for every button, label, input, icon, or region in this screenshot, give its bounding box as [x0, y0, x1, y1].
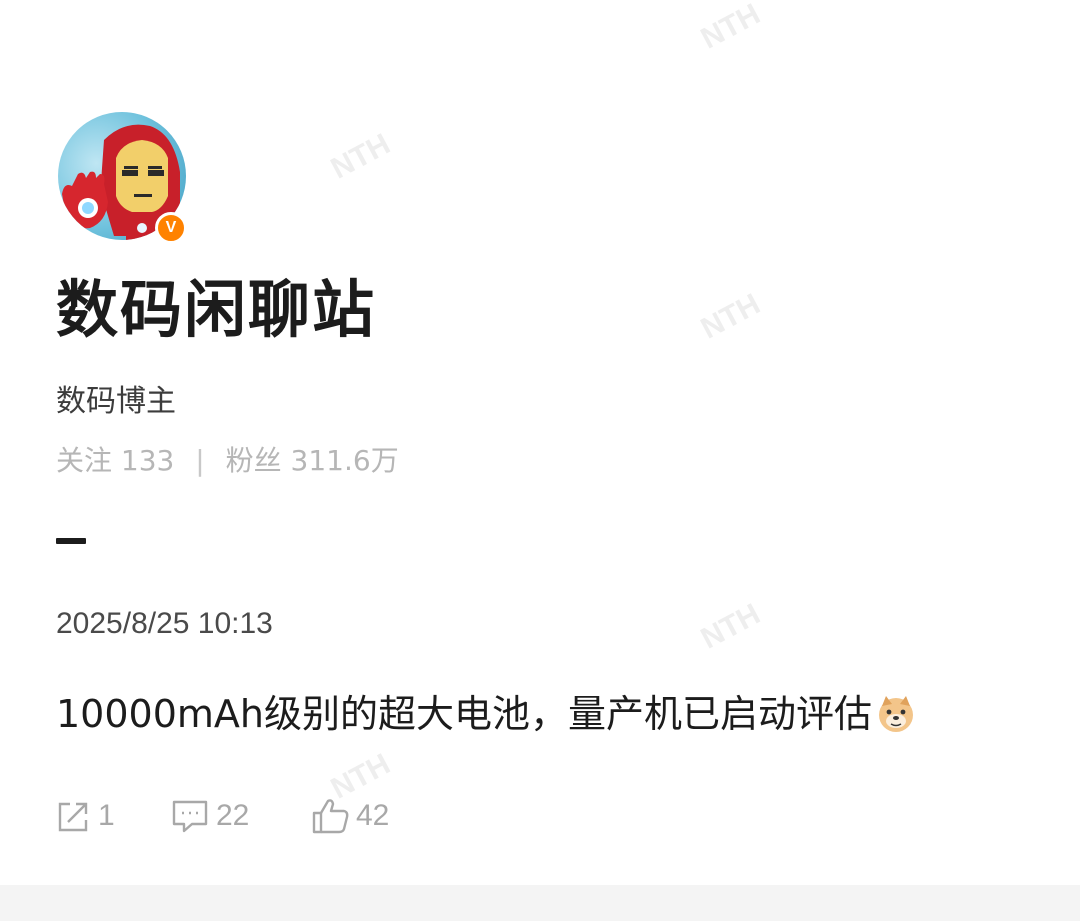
divider-dash: [56, 538, 86, 544]
like-button[interactable]: 42: [310, 796, 389, 836]
comment-icon: [172, 800, 208, 833]
followers-count[interactable]: 311.6万: [291, 444, 399, 477]
repost-count: 1: [98, 799, 115, 832]
follow-stats: 关注 133 | 粉丝 311.6万: [56, 444, 399, 478]
like-count: 42: [356, 799, 390, 832]
post-timestamp: 2025/8/25 10:13: [56, 607, 273, 640]
doge-emoji-icon: [878, 696, 913, 732]
watermark: NTH: [695, 597, 766, 656]
comment-button[interactable]: 22: [170, 796, 249, 836]
following-count[interactable]: 133: [121, 444, 174, 477]
bottom-strip: [0, 885, 1080, 921]
account-name[interactable]: 数码闲聊站: [56, 272, 376, 348]
watermark: NTH: [695, 0, 766, 56]
verified-badge: V: [155, 212, 187, 244]
watermark: NTH: [325, 127, 396, 186]
comment-count: 22: [216, 799, 250, 832]
watermark: NTH: [695, 287, 766, 346]
following-label[interactable]: 关注: [56, 444, 112, 477]
account-role: 数码博主: [56, 384, 176, 419]
repost-button[interactable]: 1: [56, 796, 115, 836]
followers-label[interactable]: 粉丝: [226, 444, 282, 477]
weibo-post-card: NTH NTH NTH NTH NTH V 数码闲聊站 数码博主 关注 133 …: [0, 0, 1080, 885]
post-content: 10000mAh级别的超大电池，量产机已启动评估: [56, 690, 916, 738]
post-text: 10000mAh级别的超大电池，量产机已启动评估: [56, 692, 872, 736]
stats-separator: |: [195, 444, 205, 477]
thumbs-up-icon: [312, 799, 349, 834]
repost-icon: [58, 802, 88, 832]
